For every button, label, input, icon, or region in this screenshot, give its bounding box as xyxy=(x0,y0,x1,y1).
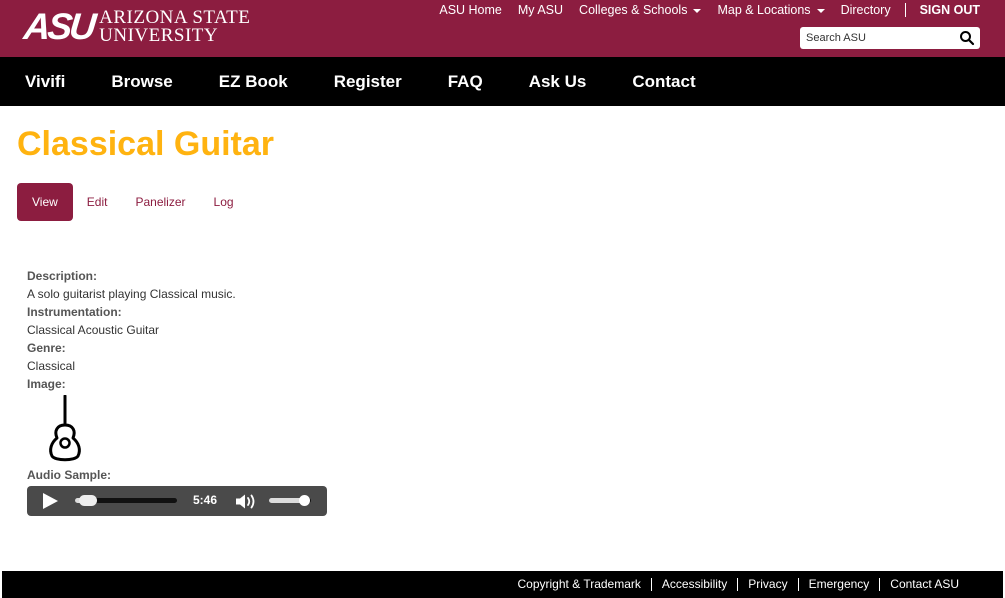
asu-logo-mark: ASU xyxy=(21,6,96,47)
caret-down-icon xyxy=(693,8,702,13)
progress-handle[interactable] xyxy=(79,495,98,506)
nav-item-contact[interactable]: Contact xyxy=(632,72,695,92)
footer-link-copyright[interactable]: Copyright & Trademark xyxy=(508,578,651,591)
volume-icon[interactable] xyxy=(234,493,258,510)
colleges-schools-label: Colleges & Schools xyxy=(579,3,688,17)
sign-out-link[interactable]: SIGN OUT xyxy=(920,3,980,17)
description-value: A solo guitarist playing Classical music… xyxy=(27,287,236,301)
map-locations-label: Map & Locations xyxy=(717,3,811,17)
image-label: Image: xyxy=(27,377,66,391)
search-box xyxy=(800,27,980,49)
instrumentation-label: Instrumentation: xyxy=(27,305,122,319)
directory-link[interactable]: Directory xyxy=(841,3,891,17)
caret-down-icon xyxy=(816,8,825,13)
nav-item-ask-us[interactable]: Ask Us xyxy=(529,72,587,92)
tab-panelizer[interactable]: Panelizer xyxy=(121,183,199,221)
audio-duration: 5:46 xyxy=(193,493,218,507)
tab-log[interactable]: Log xyxy=(200,183,248,221)
footer-link-privacy[interactable]: Privacy xyxy=(737,578,797,591)
colleges-schools-dropdown[interactable]: Colleges & Schools xyxy=(579,3,702,17)
my-asu-link[interactable]: My ASU xyxy=(518,3,563,17)
footer-link-emergency[interactable]: Emergency xyxy=(797,578,880,591)
audio-progress-bar[interactable] xyxy=(75,495,177,506)
asu-logo-text: Arizona State University xyxy=(99,8,250,46)
nav-item-ez-book[interactable]: EZ Book xyxy=(219,72,288,92)
local-tasks-tabs: View Edit Panelizer Log xyxy=(17,183,248,221)
asu-home-link[interactable]: ASU Home xyxy=(439,3,502,17)
global-header: ASU Arizona State University ASU Home My… xyxy=(0,0,1005,57)
divider xyxy=(904,3,906,17)
search-input[interactable] xyxy=(800,28,950,48)
asu-logo[interactable]: ASU Arizona State University xyxy=(21,6,250,47)
footer-link-accessibility[interactable]: Accessibility xyxy=(650,578,737,591)
nav-item-browse[interactable]: Browse xyxy=(111,72,172,92)
play-icon[interactable] xyxy=(43,493,58,509)
audio-sample-label: Audio Sample: xyxy=(27,468,112,482)
volume-slider[interactable] xyxy=(269,495,311,506)
nav-item-faq[interactable]: FAQ xyxy=(448,72,483,92)
logo-line-2: University xyxy=(99,25,219,46)
audio-player: 5:46 xyxy=(27,486,327,516)
footer-link-contact-asu[interactable]: Contact ASU xyxy=(879,578,969,591)
global-footer: Copyright & Trademark Accessibility Priv… xyxy=(2,571,1003,598)
instrumentation-value: Classical Acoustic Guitar xyxy=(27,323,160,337)
guitar-icon xyxy=(49,395,81,462)
nav-item-vivifi[interactable]: Vivifi xyxy=(25,72,65,92)
universal-nav: ASU Home My ASU Colleges & Schools Map &… xyxy=(423,3,980,17)
node-fields: Description: A solo guitarist playing Cl… xyxy=(27,267,527,516)
volume-handle[interactable] xyxy=(299,495,311,506)
genre-label: Genre: xyxy=(27,341,66,355)
genre-value: Classical xyxy=(27,359,76,373)
nav-item-register[interactable]: Register xyxy=(334,72,402,92)
site-nav: Vivifi Browse EZ Book Register FAQ Ask U… xyxy=(0,57,1005,106)
page-title: Classical Guitar xyxy=(17,125,275,163)
map-locations-dropdown[interactable]: Map & Locations xyxy=(717,3,825,17)
tab-view[interactable]: View xyxy=(17,183,73,221)
search-icon[interactable] xyxy=(959,30,975,46)
description-label: Description: xyxy=(27,269,98,283)
tab-edit[interactable]: Edit xyxy=(73,183,122,221)
